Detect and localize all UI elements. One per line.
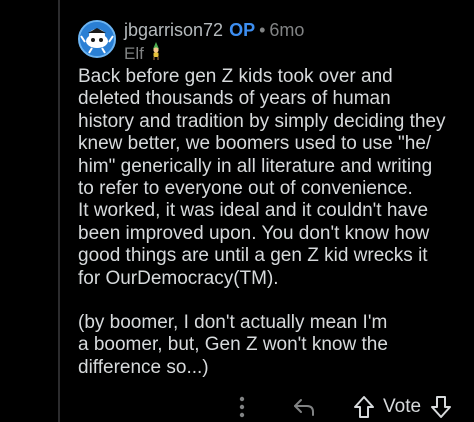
comment: jbgarrison72 OP • 6mo Elf Back before gen Z… xyxy=(78,14,474,422)
flair-text: Elf xyxy=(124,43,144,63)
comment-actions: Vote xyxy=(78,392,474,422)
comment-paragraph: (by boomer, I don't actually mean I'm a … xyxy=(78,312,388,378)
username[interactable]: jbgarrison72 xyxy=(124,20,223,40)
upvote-arrow-icon[interactable] xyxy=(353,395,375,419)
user-flair: Elf xyxy=(124,42,162,65)
thread-line xyxy=(58,0,60,422)
downvote-arrow-icon[interactable] xyxy=(430,395,452,419)
comment-age: 6mo xyxy=(269,20,305,40)
comment-body: Back before gen Z kids took over and del… xyxy=(78,66,468,379)
vote-label: Vote xyxy=(383,396,422,417)
meta-separator: • xyxy=(259,20,266,40)
elf-emoji-icon xyxy=(150,42,162,65)
comment-meta: jbgarrison72 OP • 6mo xyxy=(124,20,304,40)
op-badge: OP xyxy=(229,20,256,40)
avatar[interactable] xyxy=(78,20,116,58)
more-vertical-icon[interactable] xyxy=(239,396,245,418)
avatar-snoo-icon xyxy=(80,22,114,56)
reply-arrow-icon[interactable] xyxy=(292,396,316,418)
comment-paragraph: Back before gen Z kids took over and del… xyxy=(78,66,446,289)
